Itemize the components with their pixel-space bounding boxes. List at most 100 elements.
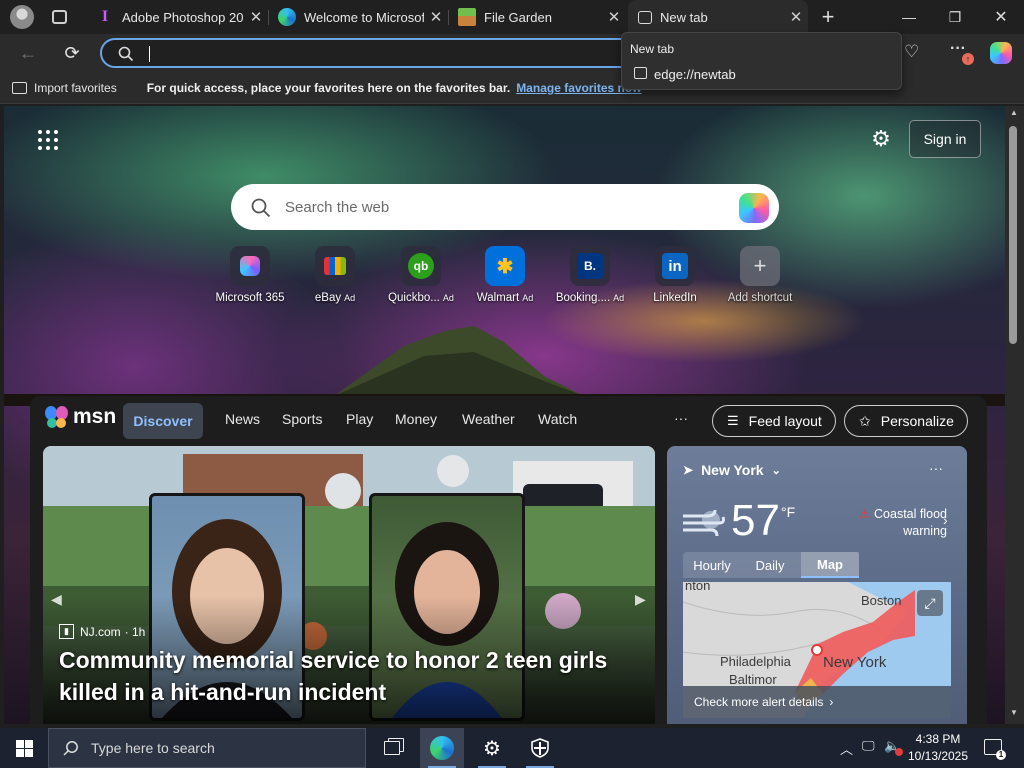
hero-headline[interactable]: Community memorial service to honor 2 te… (59, 644, 629, 708)
browser-essentials-icon[interactable]: ♡ (904, 42, 928, 64)
file-garden-icon (458, 8, 476, 26)
tooltip-title: New tab (630, 42, 675, 56)
msn-tab-news[interactable]: News (225, 411, 260, 427)
tab-actions-icon[interactable] (52, 10, 67, 24)
sliders-icon: ☰ (727, 413, 739, 428)
taskbar-settings[interactable]: ⚙ (470, 728, 514, 768)
carousel-next-icon[interactable]: ▶ (635, 591, 646, 608)
msn-tab-play[interactable]: Play (346, 411, 373, 427)
chevron-right-icon[interactable]: › (943, 512, 948, 528)
weather-tab-hourly[interactable]: Hourly (683, 552, 741, 578)
tab-file-garden[interactable]: File Garden ✕ (448, 0, 626, 34)
windows-logo-icon (15, 739, 33, 757)
scroll-up-icon[interactable]: ▲ (1010, 108, 1018, 117)
app-launcher-icon[interactable] (38, 130, 60, 152)
hero-news-card[interactable]: ◀ ▶ ▮ NJ.com · 1h Community memorial ser… (43, 446, 655, 724)
new-tab-page: ⚙ Sign in Search the web Microsoft 365 e… (4, 106, 1005, 724)
shortcut-microsoft-365[interactable]: Microsoft 365 (205, 246, 295, 304)
personalize-button[interactable]: ✩ Personalize (844, 405, 968, 437)
weather-warning[interactable]: ⚠ Coastal flood warning (843, 506, 947, 540)
sparkle-star-icon: ✩ (859, 412, 871, 429)
add-shortcut-button[interactable]: + Add shortcut (715, 246, 805, 304)
start-button[interactable] (2, 728, 46, 768)
scroll-down-icon[interactable]: ▼ (1010, 708, 1018, 717)
edge-icon (430, 736, 454, 760)
current-temperature: 57 (731, 496, 780, 545)
more-options-icon[interactable]: ··· (929, 460, 943, 476)
alert-details-link[interactable]: Check more alert details › (683, 686, 951, 718)
chevron-down-icon: ⌄ (771, 464, 781, 477)
mute-badge-icon (895, 748, 903, 756)
scrollbar-thumb[interactable] (1009, 126, 1017, 344)
search-icon (63, 741, 78, 756)
import-favorites-button[interactable]: Import favorites (12, 81, 117, 95)
taskbar-clock[interactable]: 4:38 PM 10/13/2025 (905, 731, 971, 765)
maximize-button[interactable]: ❐ (932, 0, 978, 34)
shortcut-linkedin[interactable]: in LinkedIn (630, 246, 720, 304)
refresh-button[interactable]: ⟳ (56, 38, 88, 68)
text-caret (149, 46, 150, 62)
minimize-button[interactable]: — (886, 0, 932, 34)
msn-tab-weather[interactable]: Weather (462, 411, 515, 427)
msn-tab-watch[interactable]: Watch (538, 411, 577, 427)
msn-feed: msn Discover News Sports Play Money Weat… (30, 396, 987, 724)
weather-tab-daily[interactable]: Daily (741, 552, 799, 578)
walmart-spark-icon: ✱ (485, 246, 525, 286)
expand-map-icon[interactable]: ⤢ (917, 590, 943, 616)
tooltip-url: edge://newtab (654, 67, 736, 82)
map-label-baltimore: Baltimor (729, 672, 777, 687)
new-tab-button[interactable]: + (806, 0, 850, 34)
copilot-icon[interactable] (739, 193, 769, 223)
address-bar[interactable] (100, 38, 640, 68)
page-settings-gear-icon[interactable]: ⚙ (868, 126, 894, 152)
msn-tab-money[interactable]: Money (395, 411, 437, 427)
msn-tab-sports[interactable]: Sports (282, 411, 322, 427)
linkedin-icon: in (655, 246, 695, 286)
back-button[interactable]: ← (12, 38, 44, 68)
more-nav-icon[interactable]: ··· (674, 410, 688, 426)
windy-weather-icon (683, 509, 725, 537)
close-tab-icon[interactable]: ✕ (244, 8, 268, 26)
search-icon (118, 46, 134, 62)
close-tab-icon[interactable]: ✕ (424, 8, 448, 26)
plus-icon: + (740, 246, 780, 286)
shortcut-ebay[interactable]: eBay Ad (290, 246, 380, 304)
favorites-hint: For quick access, place your favorites h… (146, 80, 511, 95)
carousel-prev-icon[interactable]: ◀ (51, 591, 62, 608)
tab-photoshop[interactable]: I Adobe Photoshop 202 ✕ (86, 0, 268, 34)
tab-strip: I Adobe Photoshop 202 ✕ Welcome to Micro… (0, 0, 1024, 34)
shortcut-walmart[interactable]: ✱ Walmart Ad (460, 246, 550, 304)
weather-card[interactable]: ➤ New York ⌄ ··· 57 °F ⚠ Coastal flood wa… (667, 446, 967, 724)
copilot-icon[interactable] (990, 42, 1012, 64)
quickbooks-icon: qb (401, 246, 441, 286)
update-badge-icon: ↑ (962, 53, 974, 65)
temperature-unit[interactable]: °F (781, 504, 795, 520)
weather-tab-map[interactable]: Map (801, 552, 859, 578)
msn-tab-discover[interactable]: Discover (123, 403, 203, 439)
close-window-button[interactable]: ✕ (978, 0, 1024, 34)
taskbar-security[interactable] (518, 728, 562, 768)
booking-icon: B. (570, 246, 610, 286)
task-view-button[interactable] (370, 728, 414, 768)
profile-avatar[interactable] (10, 5, 34, 29)
sign-in-button[interactable]: Sign in (909, 120, 981, 158)
tab-welcome-microsoft[interactable]: Welcome to Microsoft ✕ (268, 0, 448, 34)
news-source: ▮ NJ.com · 1h (59, 624, 145, 639)
web-search-box[interactable]: Search the web (231, 184, 779, 230)
shortcut-booking[interactable]: B. Booking.... Ad (545, 246, 635, 304)
weather-alert-map[interactable]: Boston Philadelphia New York Baltimor nt… (683, 582, 951, 718)
msn-logo[interactable]: msn (44, 405, 116, 429)
network-icon[interactable]: 🖵 (862, 738, 875, 754)
windows-taskbar: Type here to search ⚙ ︿ 🖵 🔈 4:38 PM 10/1… (0, 728, 1024, 768)
taskbar-edge[interactable] (420, 728, 464, 768)
weather-location[interactable]: ➤ New York ⌄ (683, 462, 781, 478)
show-hidden-icons-chevron-icon[interactable]: ︿ (840, 739, 853, 758)
close-tab-icon[interactable]: ✕ (602, 8, 626, 26)
map-label-philadelphia: Philadelphia (720, 654, 791, 669)
feed-layout-button[interactable]: ☰ Feed layout (712, 405, 836, 437)
shortcut-quickbooks[interactable]: qb Quickbo... Ad (376, 246, 466, 304)
taskbar-search-box[interactable]: Type here to search (48, 728, 366, 768)
tab-new-tab[interactable]: New tab ✕ (628, 0, 808, 34)
close-tab-icon[interactable]: ✕ (784, 8, 808, 26)
nj-com-logo-icon: ▮ (59, 624, 74, 639)
